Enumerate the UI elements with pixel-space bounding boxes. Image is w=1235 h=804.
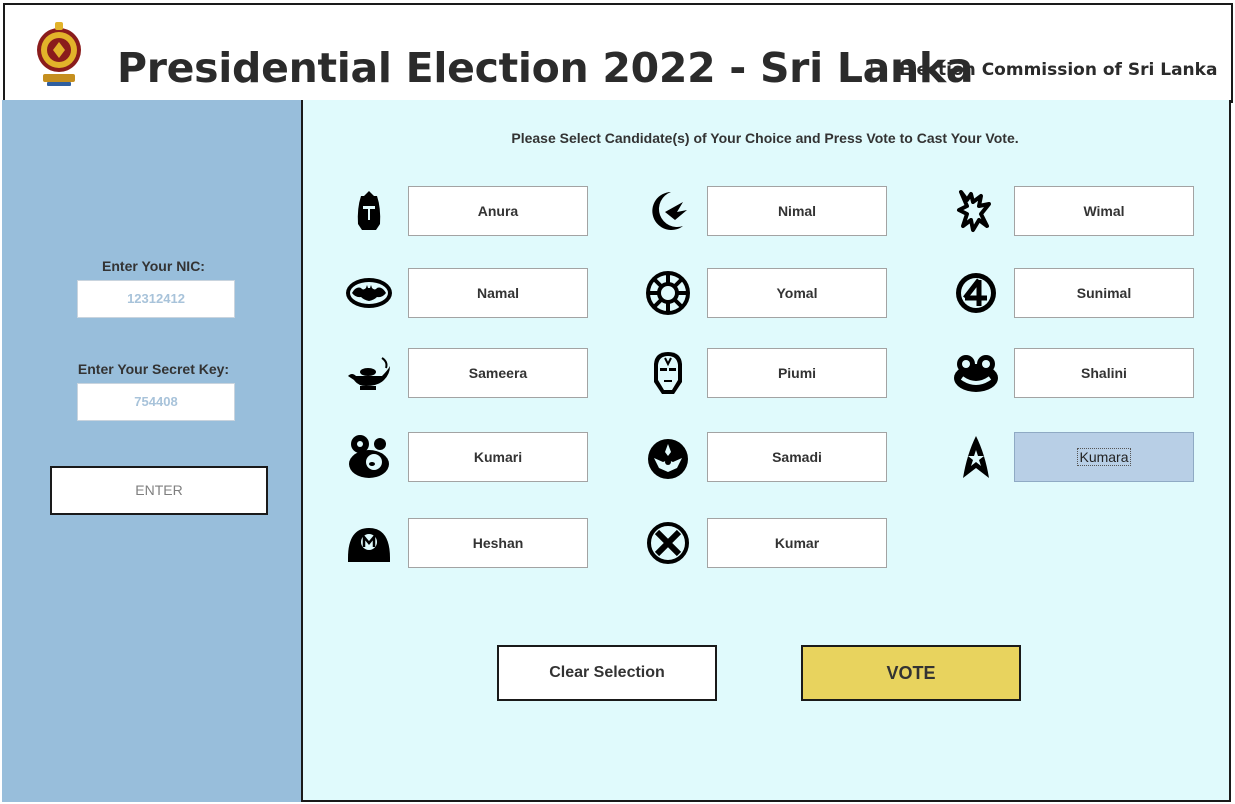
clear-selection-button[interactable]: Clear Selection [497, 645, 717, 701]
number-four-icon [951, 268, 1001, 318]
candidate-button-kumar[interactable]: Kumar [707, 518, 887, 568]
rebel-emblem-icon [643, 432, 693, 482]
header-subtitle: Election Commission of Sri Lanka [899, 60, 1218, 80]
page-title: Presidential Election 2022 - Sri Lanka [117, 44, 974, 92]
candidate-button-wimal[interactable]: Wimal [1014, 186, 1194, 236]
secret-key-label: Enter Your Secret Key: [77, 361, 230, 377]
helmet-icon [344, 186, 394, 236]
m-cap-icon [344, 518, 394, 568]
candidate-button-sunimal[interactable]: Sunimal [1014, 268, 1194, 318]
candidate-button-yomal[interactable]: Yomal [707, 268, 887, 318]
frog-face-icon [951, 348, 1001, 398]
candidate-button-kumara[interactable]: Kumara [1014, 432, 1194, 482]
candidate-button-samadi[interactable]: Samadi [707, 432, 887, 482]
header-separator: | [869, 60, 875, 82]
star-badge-icon [951, 432, 1001, 482]
candidate-button-heshan[interactable]: Heshan [408, 518, 588, 568]
login-sidebar: Enter Your NIC: 12312412 Enter Your Secr… [2, 100, 303, 802]
bat-logo-icon [344, 268, 394, 318]
magic-lamp-icon [344, 348, 394, 398]
candidate-button-nimal[interactable]: Nimal [707, 186, 887, 236]
moon-bird-icon [643, 186, 693, 236]
vote-button[interactable]: VOTE [801, 645, 1021, 701]
candidate-button-namal[interactable]: Namal [408, 268, 588, 318]
nic-field[interactable]: 12312412 [77, 280, 235, 318]
app-header: Presidential Election 2022 - Sri Lanka |… [3, 3, 1233, 103]
tribal-deer-icon [951, 186, 1001, 236]
ballot-panel: Please Select Candidate(s) of Your Choic… [303, 100, 1231, 802]
instruction-text: Please Select Candidate(s) of Your Choic… [511, 130, 1019, 146]
sun-wheel-icon [643, 268, 693, 318]
secret-key-field[interactable]: 754408 [77, 383, 235, 421]
candidate-button-piumi[interactable]: Piumi [707, 348, 887, 398]
candidate-button-kumari[interactable]: Kumari [408, 432, 588, 482]
candidate-button-shalini[interactable]: Shalini [1014, 348, 1194, 398]
enter-button[interactable]: ENTER [50, 466, 268, 515]
sri-lanka-emblem-icon [37, 22, 81, 86]
swirl-creature-icon [344, 432, 394, 482]
nic-label: Enter Your NIC: [102, 258, 205, 274]
iron-mask-icon [643, 348, 693, 398]
x-circle-icon [643, 518, 693, 568]
candidate-button-sameera[interactable]: Sameera [408, 348, 588, 398]
candidate-button-anura[interactable]: Anura [408, 186, 588, 236]
